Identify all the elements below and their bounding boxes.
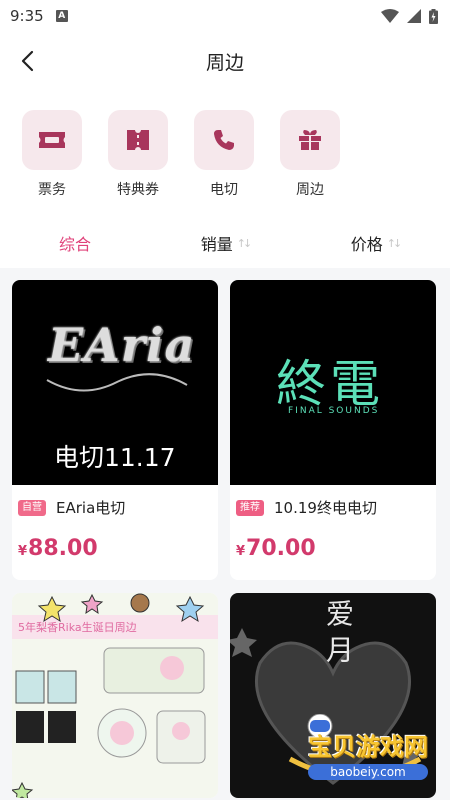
category-tile — [22, 110, 82, 170]
sort-label: 综合 — [58, 235, 91, 254]
sort-comprehensive[interactable]: 综合 — [0, 231, 150, 255]
category-tile — [108, 110, 168, 170]
product-info: 推荐 10.19终电电切 ¥70.00 — [230, 485, 436, 580]
product-card[interactable]: EAria 电切11.17 自营 EAria电切 ¥88.00 — [12, 280, 218, 580]
category-label: 票务 — [38, 182, 66, 198]
gift-icon — [299, 130, 321, 150]
merch-collage-image — [12, 593, 206, 798]
price-value: 70.00 — [246, 536, 316, 561]
sort-bar: 综合 销量 ↑↓ 价格 ↑↓ — [0, 220, 450, 266]
ticket-icon — [39, 132, 65, 148]
coupon-icon — [127, 128, 149, 152]
category-calls[interactable]: 电切 — [194, 110, 254, 220]
category-row: 票务 特典券 电切 周边 — [0, 90, 450, 220]
sort-arrows-icon: ↑↓ — [386, 236, 403, 250]
watermark-text: 宝贝游戏网 — [308, 733, 428, 761]
category-merch[interactable]: 周边 — [280, 110, 340, 220]
chevron-left-icon — [21, 50, 34, 72]
self-operated-badge: 自营 — [18, 499, 46, 516]
product-art-text: 爱月 — [322, 599, 355, 671]
product-price: ¥88.00 — [18, 536, 212, 561]
ornament-icon — [46, 373, 188, 392]
wifi-icon — [381, 9, 399, 23]
product-image: 5年梨香Rika生诞日周边 — [12, 593, 218, 798]
product-logo-subtext: FINAL SOUNDS — [288, 406, 380, 416]
product-title-row: 推荐 10.19终电电切 — [236, 497, 430, 518]
product-card[interactable]: 終電 FINAL SOUNDS 推荐 10.19终电电切 ¥70.00 — [230, 280, 436, 580]
sort-sales[interactable]: 销量 ↑↓ — [150, 231, 300, 255]
status-time: 9:35 — [10, 7, 44, 25]
phone-icon — [214, 130, 234, 150]
recommended-badge: 推荐 — [236, 499, 264, 516]
category-tickets[interactable]: 票务 — [22, 110, 82, 220]
status-bar: 9:35 A — [0, 0, 450, 32]
sort-price[interactable]: 价格 ↑↓ — [300, 231, 450, 255]
currency-symbol: ¥ — [236, 544, 246, 559]
currency-symbol: ¥ — [18, 544, 28, 559]
product-info: 自营 EAria电切 ¥88.00 — [12, 485, 218, 580]
category-label: 周边 — [296, 182, 324, 198]
sort-arrows-icon: ↑↓ — [236, 236, 253, 250]
watermark-url: baobeiy.com — [308, 764, 428, 780]
a-icon: A — [55, 10, 68, 22]
category-label: 特典券 — [117, 182, 159, 198]
signal-icon — [407, 9, 421, 23]
product-logo-text: EAria — [48, 318, 196, 372]
product-image: 終電 FINAL SOUNDS — [230, 280, 436, 485]
category-tile — [194, 110, 254, 170]
back-button[interactable] — [12, 46, 42, 76]
product-title: EAria电切 — [56, 499, 126, 517]
page-title: 周边 — [205, 51, 244, 74]
category-label: 电切 — [210, 182, 238, 198]
product-image-caption: 电切11.17 — [54, 443, 176, 472]
product-price: ¥70.00 — [236, 536, 430, 561]
price-value: 88.00 — [28, 536, 98, 561]
product-title: 10.19终电电切 — [274, 499, 377, 517]
sort-label: 销量 — [200, 235, 233, 254]
watermark: 宝贝游戏网 baobeiy.com — [288, 714, 428, 780]
category-tile — [280, 110, 340, 170]
nav-bar: 周边 — [0, 32, 450, 90]
product-title-row: 自营 EAria电切 — [18, 497, 212, 518]
product-image: EAria 电切11.17 — [12, 280, 218, 485]
battery-icon — [429, 8, 438, 24]
category-coupons[interactable]: 特典券 — [108, 110, 168, 220]
product-card[interactable]: 5年梨香Rika生诞日周边 — [12, 593, 218, 798]
sort-label: 价格 — [350, 235, 383, 254]
